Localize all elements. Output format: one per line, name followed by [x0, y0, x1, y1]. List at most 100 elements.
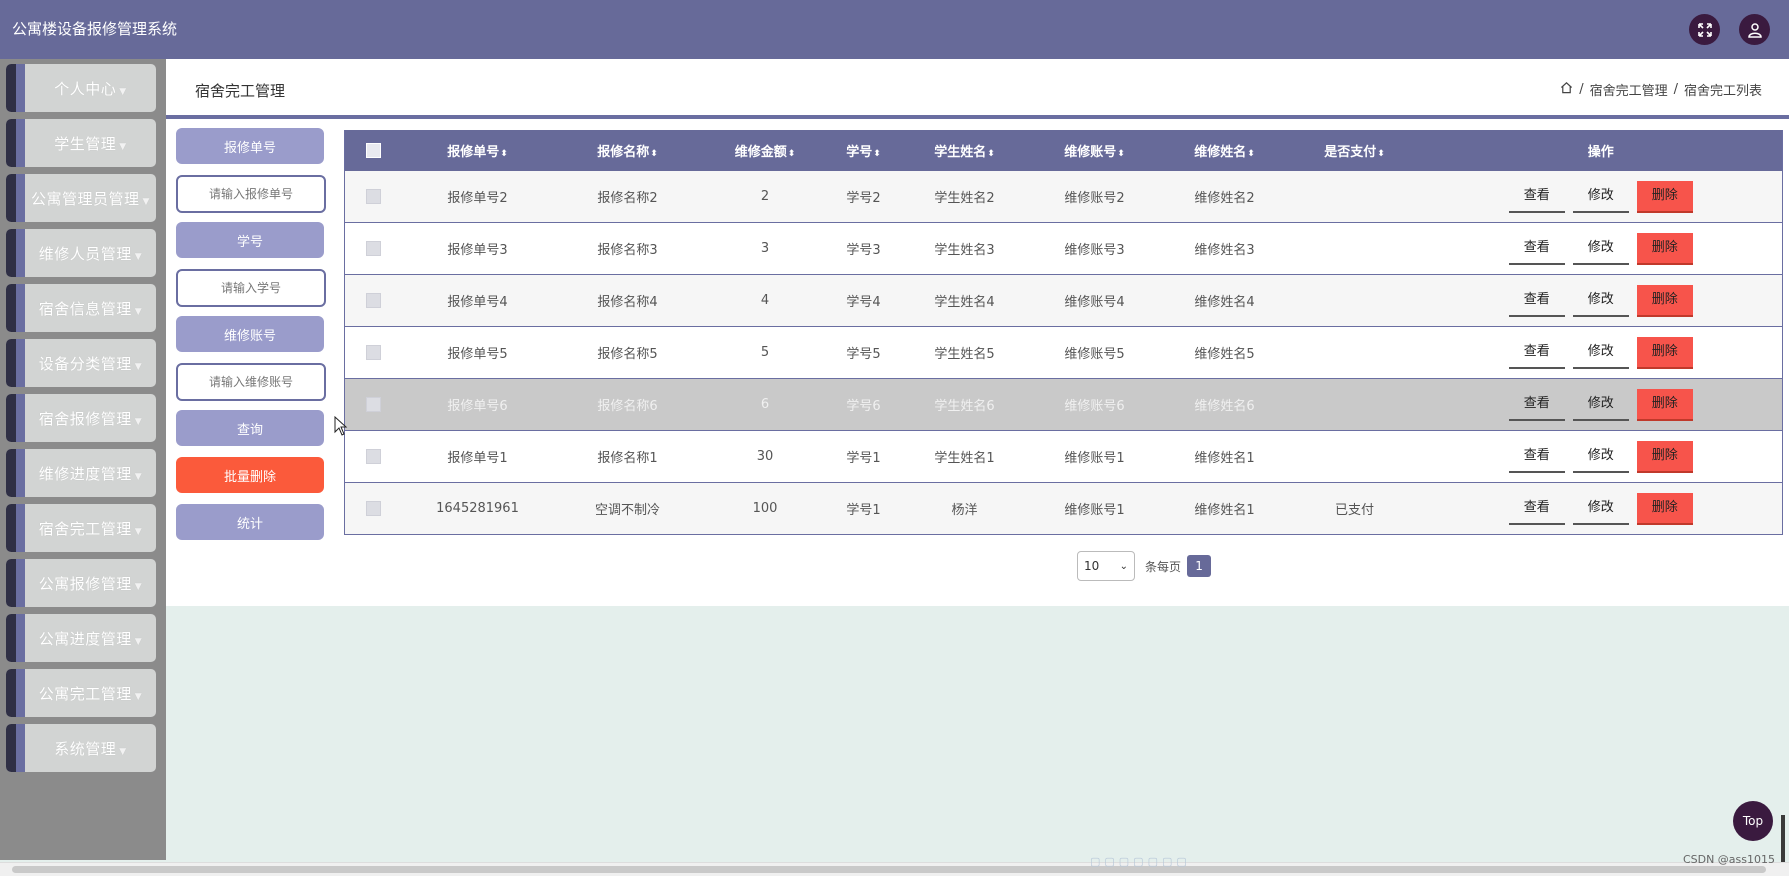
col-header-repair-name[interactable]: 报修名称⬍ [552, 130, 703, 171]
col-header-repair-no[interactable]: 报修单号⬍ [402, 130, 553, 171]
page-number-current[interactable]: 1 [1187, 555, 1212, 577]
table-row[interactable]: 报修单号3 报修名称3 3 学号3 学生姓名3 维修账号3 维修姓名3 查看 修改 删除 [344, 222, 1783, 275]
table-cell: 100 [702, 482, 828, 535]
query-button[interactable]: 查询 [176, 410, 324, 446]
table-row[interactable]: 报修单号2 报修名称2 2 学号2 学生姓名2 维修账号2 维修姓名2 查看 修改 删除 [344, 171, 1783, 223]
col-header-paid[interactable]: 是否支付⬍ [1289, 130, 1420, 171]
sidebar-item-apartment-repair[interactable]: 公寓报修管理 ▼ [6, 559, 156, 607]
sort-icon: ⬍ [787, 149, 796, 159]
sidebar-item-dorm-info[interactable]: 宿舍信息管理 ▼ [6, 284, 156, 332]
table-cell: 报修名称5 [552, 326, 703, 379]
sidebar-item-personal-center[interactable]: 个人中心 ▼ [6, 64, 156, 112]
col-header-amount[interactable]: 维修金额⬍ [702, 130, 828, 171]
view-button[interactable]: 查看 [1508, 181, 1565, 213]
select-all-checkbox[interactable] [366, 143, 382, 158]
col-header-student-no[interactable]: 学号⬍ [827, 130, 900, 171]
delete-button[interactable]: 删除 [1636, 232, 1693, 265]
back-to-top-button[interactable]: Top [1733, 801, 1773, 841]
table-row[interactable]: 报修单号6 报修名称6 6 学号6 学生姓名6 维修账号6 维修姓名6 查看 修改 删除 [344, 378, 1783, 431]
view-button[interactable]: 查看 [1508, 285, 1565, 317]
sidebar-item-device-category[interactable]: 设备分类管理 ▼ [6, 339, 156, 387]
fullscreen-icon[interactable] [1689, 14, 1720, 45]
view-button[interactable]: 查看 [1508, 441, 1565, 473]
scrollbar-thumb[interactable] [12, 866, 1766, 873]
edit-button[interactable]: 修改 [1572, 181, 1629, 213]
user-icon[interactable] [1739, 14, 1770, 45]
header-divider [166, 115, 1789, 119]
repair-account-input[interactable] [176, 363, 326, 401]
delete-button[interactable]: 删除 [1636, 492, 1693, 525]
table-row[interactable]: 报修单号5 报修名称5 5 学号5 学生姓名5 维修账号5 维修姓名5 查看 修改 删除 [344, 326, 1783, 379]
sidebar-item-dorm-completion[interactable]: 宿舍完工管理 ▼ [6, 504, 156, 552]
row-checkbox[interactable] [366, 189, 382, 204]
sidebar-item-repair-staff[interactable]: 维修人员管理 ▼ [6, 229, 156, 277]
sidebar-item-apartment-completion[interactable]: 公寓完工管理 ▼ [6, 669, 156, 717]
row-checkbox[interactable] [366, 397, 382, 412]
table-row[interactable]: 报修单号4 报修名称4 4 学号4 学生姓名4 维修账号4 维修姓名4 查看 修改 删除 [344, 274, 1783, 327]
sort-icon: ⬍ [1247, 149, 1255, 159]
view-button[interactable]: 查看 [1508, 493, 1565, 525]
page-header: 宿舍完工管理 / 宿舍完工管理 / 宿舍完工列表 [166, 59, 1789, 119]
table-cell: 4 [702, 274, 828, 327]
view-button[interactable]: 查看 [1508, 389, 1565, 421]
edit-button[interactable]: 修改 [1572, 337, 1629, 369]
delete-button[interactable]: 删除 [1636, 284, 1693, 317]
view-button[interactable]: 查看 [1508, 337, 1565, 369]
pagination: 10 ⌄ 条每页 1 [1077, 551, 1212, 581]
sidebar-item-apartment-progress[interactable]: 公寓进度管理 ▼ [6, 614, 156, 662]
sidebar-item-label: 设备分类管理 [38, 354, 132, 373]
edit-button[interactable]: 修改 [1572, 441, 1629, 473]
table-cell: 维修账号2 [1029, 171, 1160, 223]
sidebar-item-apartment-admin[interactable]: 公寓管理员管理 ▼ [6, 174, 156, 222]
sort-icon: ⬍ [873, 149, 881, 159]
col-header-repair-account[interactable]: 维修账号⬍ [1029, 130, 1160, 171]
table-cell: 报修单号6 [402, 378, 553, 431]
delete-button[interactable]: 删除 [1636, 336, 1693, 369]
delete-button[interactable]: 删除 [1636, 388, 1693, 421]
caret-down-icon: ▼ [134, 636, 143, 647]
table-cell: 报修单号3 [402, 222, 553, 275]
delete-button[interactable]: 删除 [1636, 440, 1693, 473]
row-checkbox[interactable] [366, 345, 382, 360]
col-header-repair-person[interactable]: 维修姓名⬍ [1159, 130, 1290, 171]
row-checkbox[interactable] [366, 241, 382, 256]
breadcrumb-item[interactable]: 宿舍完工管理 [1590, 80, 1668, 99]
page-size-select[interactable]: 10 ⌄ [1077, 551, 1135, 581]
batch-delete-button[interactable]: 批量删除 [176, 457, 324, 493]
table-cell: 学号2 [827, 171, 900, 223]
edit-button[interactable]: 修改 [1572, 233, 1629, 265]
table-cell: 维修姓名2 [1159, 171, 1290, 223]
sidebar-item-repair-progress[interactable]: 维修进度管理 ▼ [6, 449, 156, 497]
table-cell: 学生姓名3 [899, 222, 1030, 275]
sidebar-item-system[interactable]: 系统管理 ▼ [6, 724, 156, 772]
table-cell: 学生姓名1 [899, 430, 1030, 483]
home-icon[interactable] [1560, 81, 1573, 98]
breadcrumb-item-current: 宿舍完工列表 [1683, 84, 1762, 99]
edit-button[interactable]: 修改 [1572, 389, 1629, 421]
row-checkbox[interactable] [366, 501, 382, 516]
sidebar-item-dorm-repair[interactable]: 宿舍报修管理 ▼ [6, 394, 156, 442]
statistics-button[interactable]: 统计 [176, 504, 324, 540]
repair-no-input[interactable] [176, 175, 326, 213]
sidebar-item-label: 维修进度管理 [38, 464, 132, 483]
table-row[interactable]: 1645281961 空调不制冷 100 学号1 杨洋 维修账号1 维修姓名1 已支付 查看 修改… [344, 482, 1783, 535]
sort-icon: ⬍ [650, 149, 658, 159]
table-cell: 报修名称6 [552, 378, 703, 431]
table-row[interactable]: 报修单号1 报修名称1 30 学号1 学生姓名1 维修账号1 维修姓名1 查看 修改 删除 [344, 430, 1783, 483]
col-header-actions: 操作 [1419, 130, 1783, 171]
student-no-label-button[interactable]: 学号 [176, 222, 324, 258]
delete-button[interactable]: 删除 [1636, 180, 1693, 213]
sidebar-item-student[interactable]: 学生管理 ▼ [6, 119, 156, 167]
table-cell: 杨洋 [899, 482, 1030, 535]
edit-button[interactable]: 修改 [1572, 285, 1629, 317]
edit-button[interactable]: 修改 [1572, 493, 1629, 525]
horizontal-scrollbar[interactable] [0, 862, 1789, 876]
student-no-input[interactable] [176, 269, 326, 307]
table-cell: 维修姓名6 [1159, 378, 1290, 431]
view-button[interactable]: 查看 [1508, 233, 1565, 265]
row-checkbox[interactable] [366, 449, 382, 464]
row-checkbox[interactable] [366, 293, 382, 308]
col-header-student-name[interactable]: 学生姓名⬍ [899, 130, 1030, 171]
repair-account-label-button[interactable]: 维修账号 [176, 316, 324, 352]
repair-no-label-button[interactable]: 报修单号 [176, 128, 324, 164]
